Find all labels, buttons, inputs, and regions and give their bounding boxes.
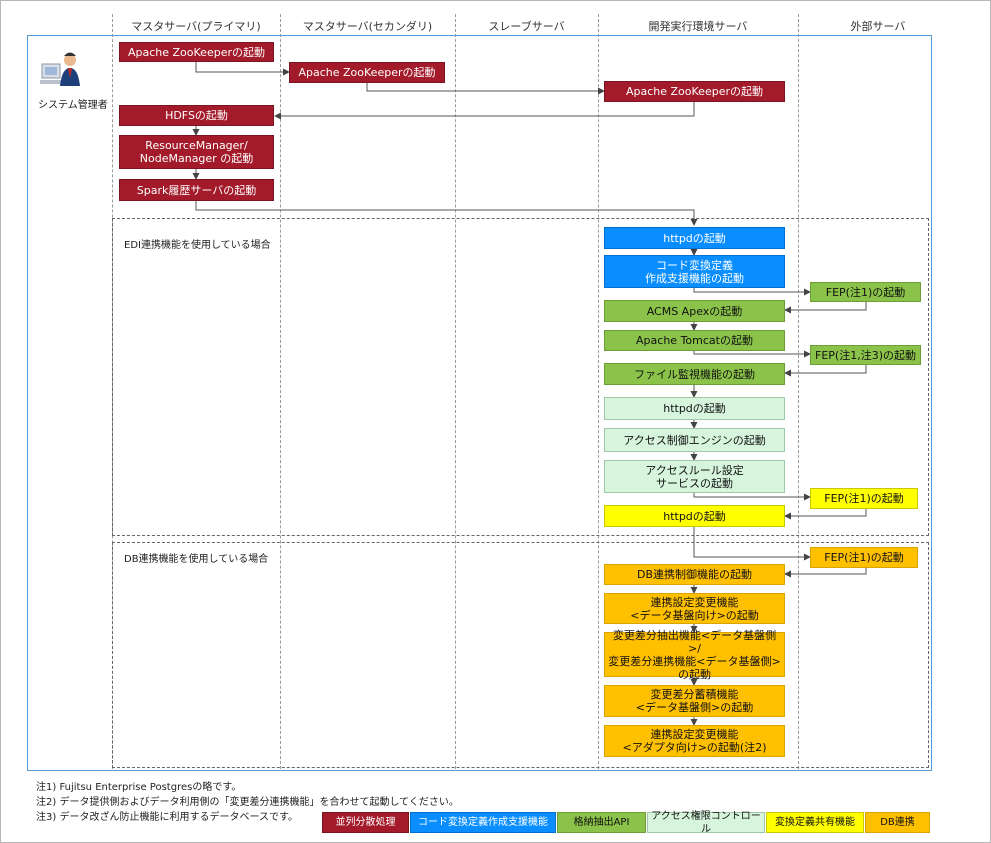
legend-code-conversion: コード変換定義作成支援機能	[410, 812, 556, 833]
legend-storage-api: 格納抽出API	[557, 812, 646, 833]
zookeeper-primary-box: Apache ZooKeeperの起動	[119, 42, 274, 62]
httpd-lightgreen-box: httpdの起動	[604, 397, 785, 420]
diff-store-box: 変更差分蓄積機能 <データ基盤側>の起動	[604, 685, 785, 717]
spark-history-box: Spark履歴サーバの起動	[119, 179, 274, 201]
legend-db: DB連携	[865, 812, 930, 833]
fep-green-box-1: FEP(注1)の起動	[810, 282, 921, 302]
acms-apex-box: ACMS Apexの起動	[604, 300, 785, 322]
resourcemanager-box: ResourceManager/ NodeManager の起動	[119, 135, 274, 169]
access-rule-box: アクセスルール設定 サービスの起動	[604, 460, 785, 493]
note-1: 注1) Fujitsu Enterprise Postgresの略です。	[36, 782, 242, 793]
file-monitor-box: ファイル監視機能の起動	[604, 363, 785, 385]
access-engine-box: アクセス制御エンジンの起動	[604, 428, 785, 452]
link-setting-adapter-box: 連携設定変更機能 <アダプタ向け>の起動(注2)	[604, 725, 785, 757]
zookeeper-secondary-box: Apache ZooKeeperの起動	[289, 62, 445, 83]
flow-arrows	[192, 62, 867, 726]
db-control-box: DB連携制御機能の起動	[604, 564, 785, 585]
fep-yellow-box: FEP(注1)の起動	[810, 488, 918, 509]
httpd-yellow-box: httpdの起動	[604, 505, 785, 527]
legend-parallel: 並列分散処理	[322, 812, 409, 833]
code-conversion-box: コード変換定義 作成支援機能の起動	[604, 255, 785, 288]
tomcat-box: Apache Tomcatの起動	[604, 330, 785, 351]
fep-green-box-2: FEP(注1,注3)の起動	[810, 345, 921, 365]
zookeeper-dev-box: Apache ZooKeeperの起動	[604, 81, 785, 102]
fep-orange-box: FEP(注1)の起動	[810, 547, 918, 568]
note-2: 注2) データ提供側およびデータ利用側の「変更差分連携機能」を合わせて起動してく…	[36, 797, 459, 808]
legend-conversion-share: 変換定義共有機能	[766, 812, 864, 833]
note-3: 注3) データ改ざん防止機能に利用するデータベースです。	[36, 812, 298, 823]
httpd-blue-box: httpdの起動	[604, 227, 785, 249]
diff-extract-box: 変更差分抽出機能<データ基盤側>/ 変更差分連携機能<データ基盤側> の起動	[604, 629, 785, 681]
link-setting-platform-box: 連携設定変更機能 <データ基盤向け>の起動	[604, 593, 785, 624]
legend-access-control: アクセス権限コントロール	[647, 811, 765, 835]
hdfs-box: HDFSの起動	[119, 105, 274, 126]
